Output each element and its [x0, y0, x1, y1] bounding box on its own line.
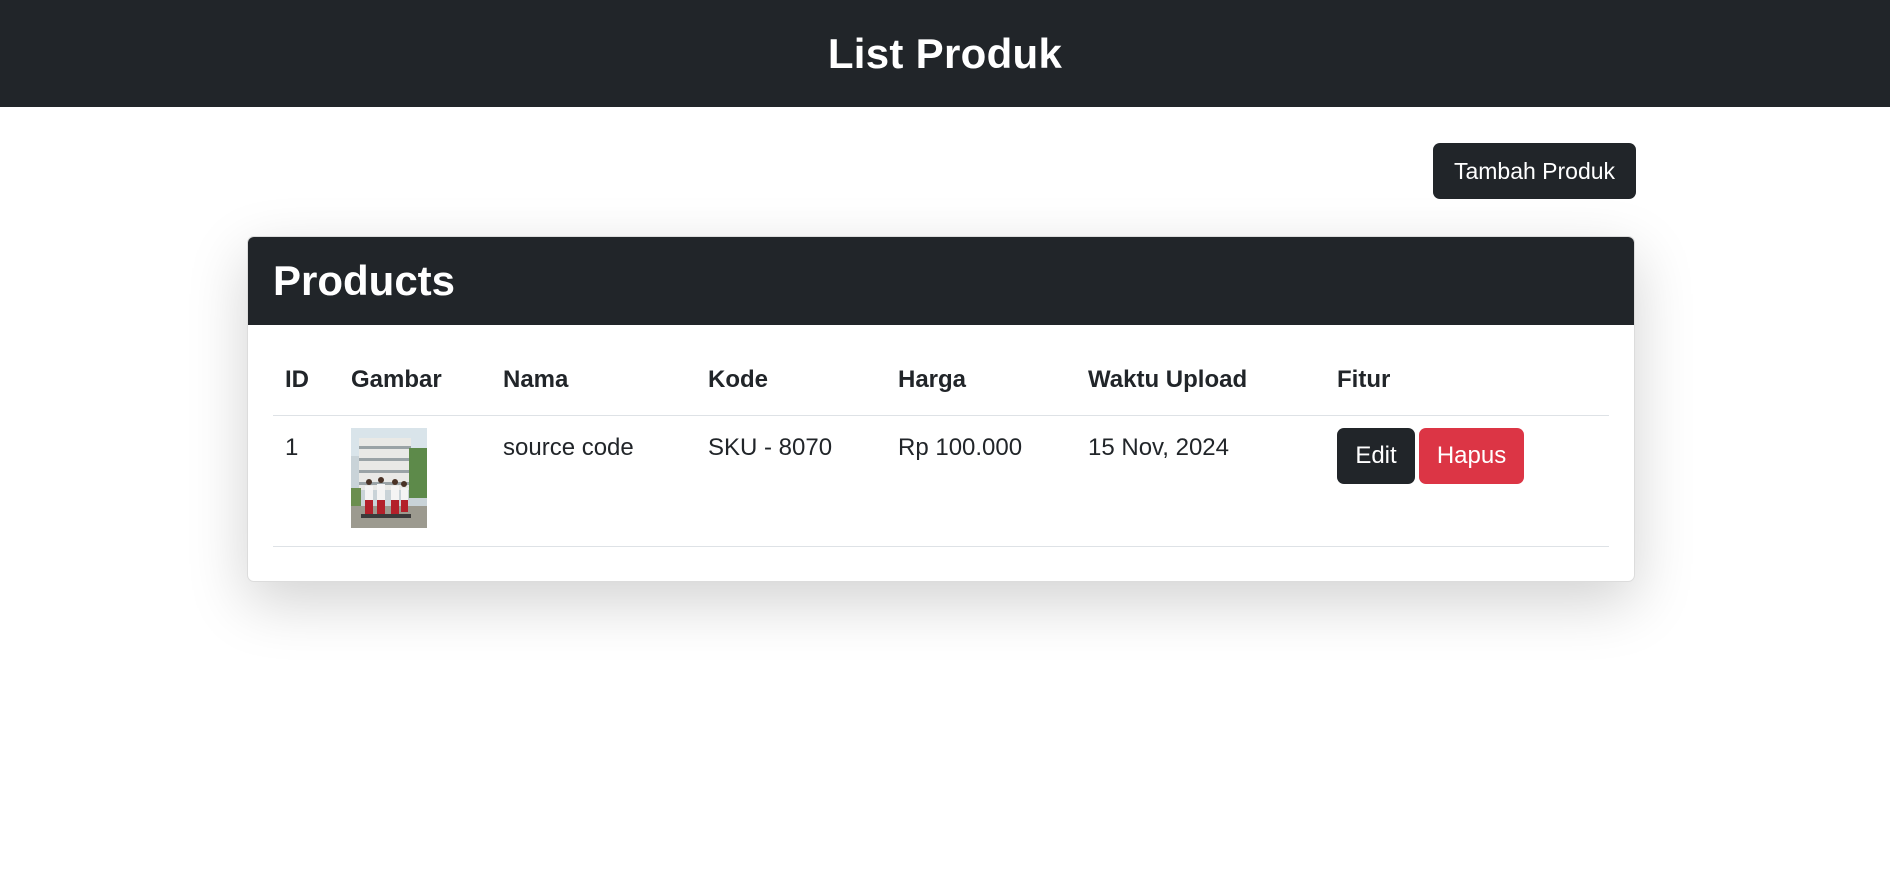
card-title: Products [273, 257, 456, 304]
column-header-id: ID [273, 345, 339, 416]
column-header-harga: Harga [886, 345, 1076, 416]
table-wrapper: ID Gambar Nama Kode Harga Waktu Upload F… [248, 325, 1634, 547]
table-row: 1 source code SKU - 8070 Rp 100.000 15 N… [273, 415, 1609, 547]
cell-nama: source code [491, 415, 696, 547]
product-image [351, 428, 427, 528]
column-header-gambar: Gambar [339, 345, 491, 416]
table-header-row: ID Gambar Nama Kode Harga Waktu Upload F… [273, 345, 1609, 416]
cell-fitur: Edit Hapus [1325, 415, 1609, 547]
cell-gambar [339, 415, 491, 547]
top-navbar: List Produk [0, 0, 1890, 107]
add-product-button[interactable]: Tambah Produk [1433, 143, 1636, 199]
cell-harga: Rp 100.000 [886, 415, 1076, 547]
delete-button[interactable]: Hapus [1419, 428, 1524, 484]
edit-button[interactable]: Edit [1337, 428, 1415, 484]
page-title: List Produk [827, 29, 1063, 77]
column-header-waktu-upload: Waktu Upload [1076, 345, 1325, 416]
cell-waktu-upload: 15 Nov, 2024 [1076, 415, 1325, 547]
column-header-kode: Kode [696, 345, 886, 416]
action-row: Tambah Produk [1433, 143, 1636, 199]
cell-id: 1 [273, 415, 339, 547]
column-header-nama: Nama [491, 345, 696, 416]
products-card: Products ID Gambar Nama Kode Harga Waktu… [247, 236, 1635, 582]
cell-kode: SKU - 8070 [696, 415, 886, 547]
products-table: ID Gambar Nama Kode Harga Waktu Upload F… [273, 345, 1609, 547]
card-header: Products [248, 237, 1634, 325]
column-header-fitur: Fitur [1325, 345, 1609, 416]
